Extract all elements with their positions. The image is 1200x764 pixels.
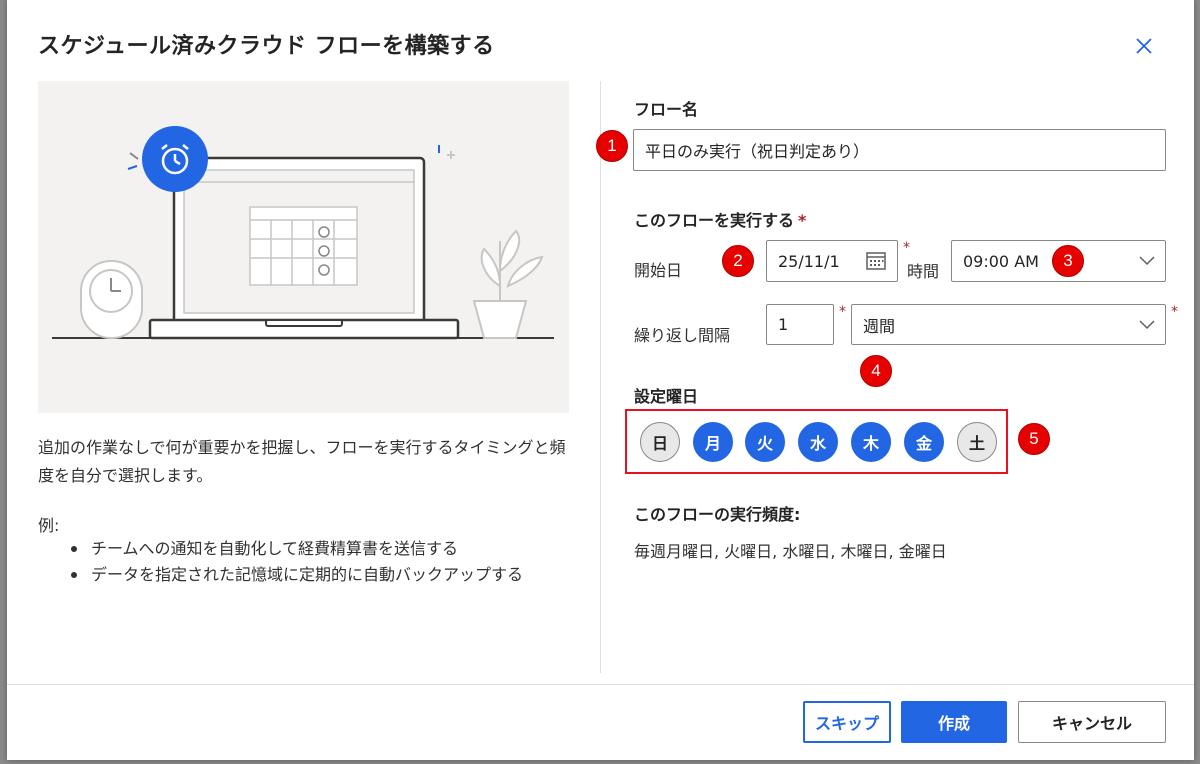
footer-divider [7, 684, 1194, 685]
calendar-icon[interactable] [865, 250, 887, 272]
example-item: データを指定された記憶域に定期的に自動バックアップする [65, 562, 565, 588]
start-date-input[interactable]: 25/11/1 [766, 240, 898, 282]
required-mark: * [839, 304, 846, 320]
day-toggle-thu[interactable]: 木 [851, 422, 891, 462]
close-icon[interactable] [1132, 34, 1156, 58]
day-toggle-mon[interactable]: 月 [693, 422, 733, 462]
dialog-description: 追加の作業なしで何が重要かを把握し、フローを実行するタイミングと頻度を自分で選択… [38, 438, 566, 485]
flow-name-value: 平日のみ実行（祝日判定あり） [645, 142, 870, 161]
required-mark: * [1171, 304, 1178, 320]
chevron-down-icon [1139, 256, 1155, 266]
required-mark: * [798, 211, 807, 230]
annotation-badge-1: 1 [596, 130, 628, 162]
start-date-value: 25/11/1 [778, 251, 840, 271]
chevron-down-icon [1139, 319, 1155, 329]
day-toggle-wed[interactable]: 水 [798, 422, 838, 462]
dialog: スケジュール済みクラウド フローを構築する 追加の作業なしで何が重要かを把握し、… [7, 0, 1194, 760]
frequency-value: 毎週月曜日, 火曜日, 水曜日, 木曜日, 金曜日 [634, 542, 947, 561]
time-label: 時間 [907, 262, 940, 281]
annotation-badge-3: 3 [1052, 245, 1084, 277]
repeat-unit-select[interactable]: 週間 [851, 304, 1166, 345]
repeat-interval-input[interactable]: 1 [766, 304, 834, 345]
day-toggle-sun[interactable]: 日 [640, 422, 680, 462]
day-toggle-fri[interactable]: 金 [904, 422, 944, 462]
repeat-interval-value: 1 [778, 315, 789, 334]
day-toggle-sat[interactable]: 土 [957, 422, 997, 462]
dialog-title: スケジュール済みクラウド フローを構築する [38, 34, 495, 59]
example-label: 例: [38, 516, 60, 535]
run-label-text: このフローを実行する [634, 211, 795, 230]
repeat-unit-value: 週間 [863, 316, 896, 336]
example-list: チームへの通知を自動化して経費精算書を送信する データを指定された記憶域に定期的… [65, 536, 565, 588]
create-button[interactable]: 作成 [901, 701, 1007, 743]
annotation-badge-2: 2 [722, 245, 754, 277]
laptop-illustration [52, 126, 554, 340]
annotation-badge-4: 4 [860, 355, 892, 387]
flow-name-label: フロー名 [634, 100, 699, 119]
start-date-label: 開始日 [634, 261, 683, 280]
flow-name-input[interactable]: 平日のみ実行（祝日判定あり） [633, 129, 1166, 171]
example-item: チームへの通知を自動化して経費精算書を送信する [65, 536, 565, 562]
vertical-divider [600, 81, 601, 673]
repeat-label: 繰り返し間隔 [634, 326, 731, 345]
cancel-button[interactable]: キャンセル [1018, 701, 1166, 743]
annotation-badge-5: 5 [1018, 423, 1050, 455]
illustration [38, 81, 569, 413]
day-toggle-tue[interactable]: 火 [745, 422, 785, 462]
time-value: 09:00 AM [963, 251, 1039, 271]
skip-button[interactable]: スキップ [803, 701, 891, 743]
days-label: 設定曜日 [634, 387, 699, 406]
frequency-label: このフローの実行頻度: [634, 505, 801, 524]
run-section-label: このフローを実行する * [634, 207, 806, 231]
required-mark: * [903, 240, 910, 256]
